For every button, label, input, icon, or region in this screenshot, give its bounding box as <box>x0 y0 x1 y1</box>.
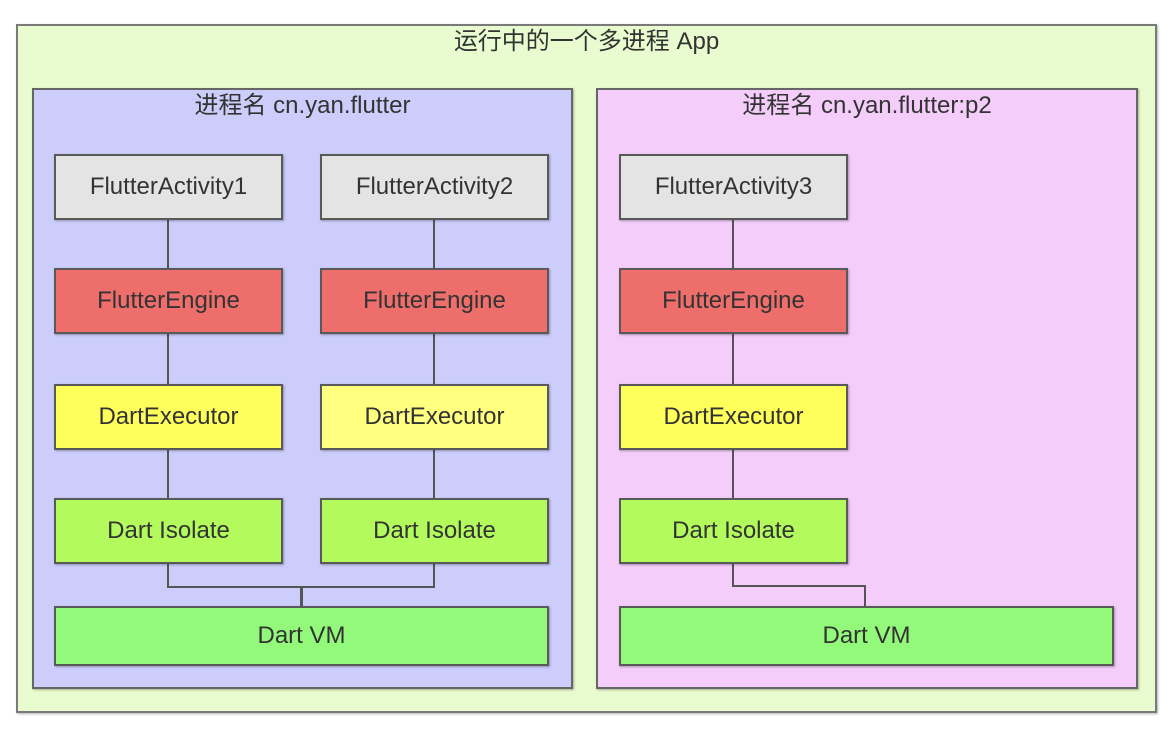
connector-engine-executor <box>732 332 734 384</box>
node-flutter-engine: FlutterEngine <box>54 268 283 334</box>
connector-isolate-down <box>167 562 169 588</box>
node-flutter-activity-3: FlutterActivity3 <box>619 154 848 220</box>
connector-activity1-engine <box>167 218 169 270</box>
connector-isolate-elbow <box>732 585 866 587</box>
node-dart-executor: DartExecutor <box>619 384 848 450</box>
connector-join-vm <box>300 586 303 608</box>
connector-activity2-engine <box>433 218 435 270</box>
node-dart-isolate: Dart Isolate <box>320 498 549 564</box>
connector-activity3-engine <box>732 218 734 270</box>
connector-isolate-down <box>433 562 435 588</box>
node-flutter-activity-1: FlutterActivity1 <box>54 154 283 220</box>
process-main-title: 进程名 cn.yan.flutter <box>194 92 411 119</box>
connector-engine-executor <box>433 332 435 384</box>
node-dart-vm-main: Dart VM <box>54 606 549 666</box>
node-dart-isolate: Dart Isolate <box>619 498 848 564</box>
connector-executor-isolate <box>433 448 435 500</box>
node-flutter-engine: FlutterEngine <box>320 268 549 334</box>
node-dart-executor: DartExecutor <box>54 384 283 450</box>
process-p2-title: 进程名 cn.yan.flutter:p2 <box>742 92 992 119</box>
node-dart-executor: DartExecutor <box>320 384 549 450</box>
node-dart-isolate: Dart Isolate <box>54 498 283 564</box>
node-flutter-activity-2: FlutterActivity2 <box>320 154 549 220</box>
node-flutter-engine: FlutterEngine <box>619 268 848 334</box>
connector-executor-isolate <box>167 448 169 500</box>
connector-isolate-down <box>732 562 734 586</box>
connector-engine-executor <box>167 332 169 384</box>
app-title: 运行中的一个多进程 App <box>453 28 720 55</box>
connector-elbow-vm <box>864 585 866 608</box>
connector-executor-isolate <box>732 448 734 500</box>
node-dart-vm-p2: Dart VM <box>619 606 1114 666</box>
